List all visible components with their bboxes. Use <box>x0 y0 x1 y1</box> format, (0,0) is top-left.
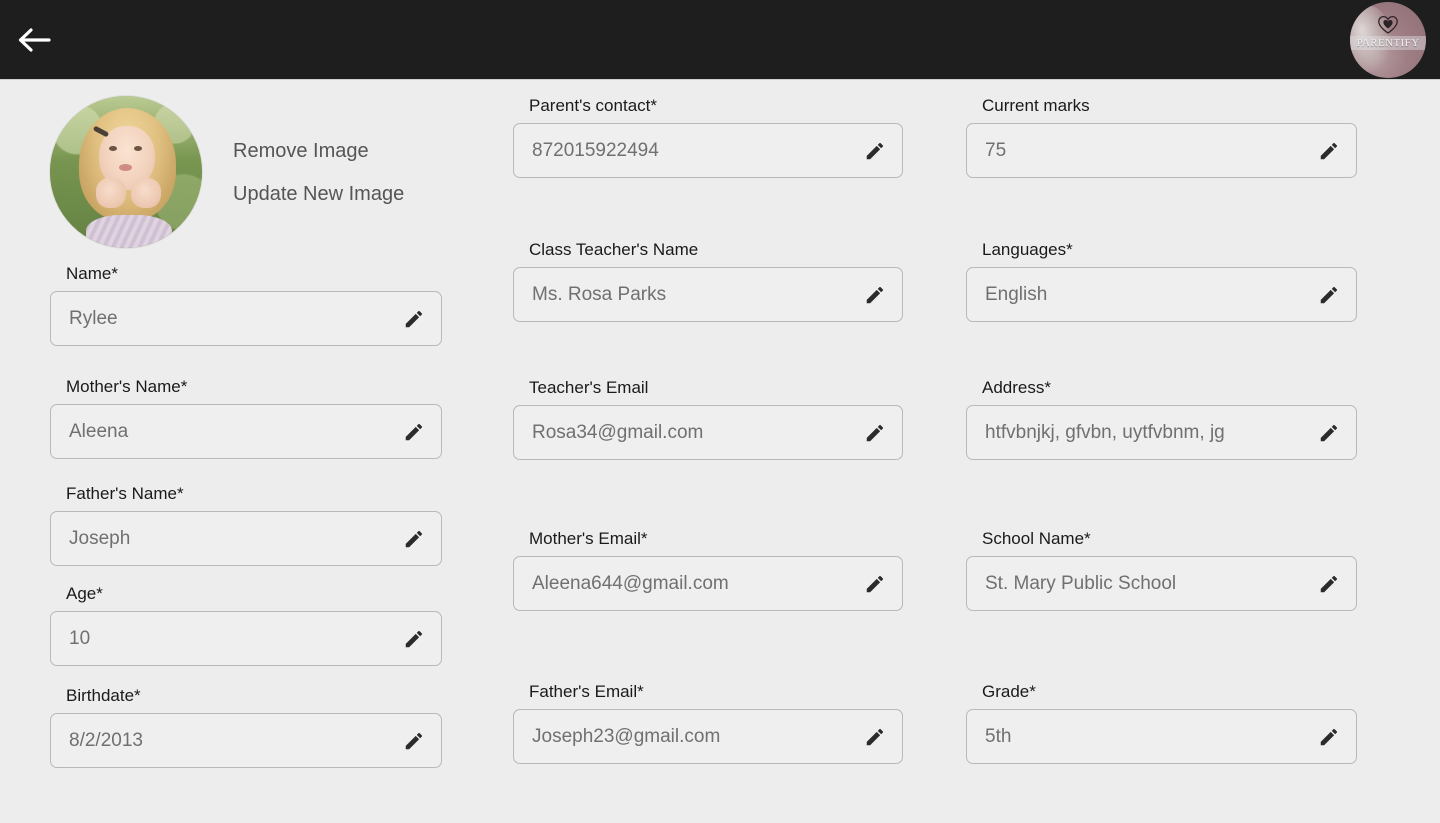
pencil-icon[interactable] <box>862 282 888 308</box>
brand-logo[interactable]: PARENTIFY <box>1350 1 1426 78</box>
back-button[interactable] <box>8 14 60 66</box>
parents-contact-input[interactable] <box>532 139 852 162</box>
avatar-actions: Remove Image Update New Image <box>233 141 404 204</box>
field-fathers-name: Father's Name* <box>50 485 442 566</box>
pencil-icon[interactable] <box>862 420 888 446</box>
avatar-photo-eye-right <box>133 146 142 152</box>
pencil-icon[interactable] <box>401 526 427 552</box>
field-age: Age* <box>50 585 442 666</box>
field-parents-contact: Parent's contact* <box>513 97 903 178</box>
field-mothers-email: Mother's Email* <box>513 530 903 611</box>
field-box-languages[interactable] <box>966 267 1357 322</box>
address-input[interactable] <box>985 421 1306 444</box>
field-school-name: School Name* <box>966 530 1357 611</box>
field-grade: Grade* <box>966 683 1357 764</box>
brand-wordmark: PARENTIFY <box>1350 35 1426 50</box>
avatar-photo-dress <box>86 214 172 248</box>
name-input[interactable] <box>69 307 391 330</box>
profile-form: Remove Image Update New Image Name* Moth… <box>0 80 1440 823</box>
pencil-icon[interactable] <box>401 306 427 332</box>
pencil-icon[interactable] <box>1316 724 1342 750</box>
field-label-address: Address* <box>982 378 1051 397</box>
field-box-address[interactable] <box>966 405 1357 460</box>
field-box-mothers-email[interactable] <box>513 556 903 611</box>
teachers-email-input[interactable] <box>532 421 852 444</box>
pencil-icon[interactable] <box>1316 571 1342 597</box>
field-box-birthdate[interactable] <box>50 713 442 768</box>
field-address: Address* <box>966 379 1357 460</box>
field-label-parents-contact: Parent's contact* <box>529 96 657 115</box>
school-name-input[interactable] <box>985 572 1306 595</box>
field-languages: Languages* <box>966 241 1357 322</box>
pencil-icon[interactable] <box>1316 138 1342 164</box>
birthdate-input[interactable] <box>69 729 391 752</box>
field-label-class-teacher-name: Class Teacher's Name <box>529 240 699 259</box>
field-box-age[interactable] <box>50 611 442 666</box>
pencil-icon[interactable] <box>862 138 888 164</box>
field-label-fathers-name: Father's Name* <box>66 484 184 503</box>
field-fathers-email: Father's Email* <box>513 683 903 764</box>
update-new-image-button[interactable]: Update New Image <box>233 184 404 204</box>
field-label-grade: Grade* <box>982 682 1036 701</box>
field-birthdate: Birthdate* <box>50 687 442 768</box>
field-label-mothers-name: Mother's Name* <box>66 377 188 396</box>
fathers-email-input[interactable] <box>532 725 852 748</box>
field-box-name[interactable] <box>50 291 442 346</box>
field-label-birthdate: Birthdate* <box>66 686 141 705</box>
pencil-icon[interactable] <box>401 419 427 445</box>
field-label-fathers-email: Father's Email* <box>529 682 644 701</box>
avatar-photo-hand-right <box>130 178 161 209</box>
field-teachers-email: Teacher's Email <box>513 379 903 460</box>
avatar-block: Remove Image Update New Image <box>50 80 442 255</box>
avatar[interactable] <box>50 96 202 248</box>
app-bar: PARENTIFY <box>0 0 1440 80</box>
grade-input[interactable] <box>985 725 1306 748</box>
field-box-grade[interactable] <box>966 709 1357 764</box>
pencil-icon[interactable] <box>1316 420 1342 446</box>
field-box-fathers-email[interactable] <box>513 709 903 764</box>
mothers-name-input[interactable] <box>69 420 391 443</box>
field-class-teacher-name: Class Teacher's Name <box>513 241 903 322</box>
field-box-class-teacher-name[interactable] <box>513 267 903 322</box>
field-box-parents-contact[interactable] <box>513 123 903 178</box>
field-box-mothers-name[interactable] <box>50 404 442 459</box>
field-label-current-marks: Current marks <box>982 96 1090 115</box>
pencil-icon[interactable] <box>862 724 888 750</box>
fathers-name-input[interactable] <box>69 527 391 550</box>
field-label-teachers-email: Teacher's Email <box>529 378 649 397</box>
brand-logo-art: PARENTIFY <box>1350 1 1426 78</box>
arrow-left-icon <box>16 25 52 55</box>
field-box-current-marks[interactable] <box>966 123 1357 178</box>
left-column: Remove Image Update New Image Name* Moth… <box>50 80 442 768</box>
languages-input[interactable] <box>985 283 1306 306</box>
field-label-mothers-email: Mother's Email* <box>529 529 648 548</box>
field-label-languages: Languages* <box>982 240 1073 259</box>
field-current-marks: Current marks <box>966 97 1357 178</box>
field-box-teachers-email[interactable] <box>513 405 903 460</box>
pencil-icon[interactable] <box>862 571 888 597</box>
field-label-school-name: School Name* <box>982 529 1091 548</box>
mothers-email-input[interactable] <box>532 572 852 595</box>
avatar-photo-hand-left <box>95 178 126 209</box>
class-teacher-name-input[interactable] <box>532 283 852 306</box>
remove-image-button[interactable]: Remove Image <box>233 141 404 161</box>
field-label-name: Name* <box>66 264 118 283</box>
current-marks-input[interactable] <box>985 139 1306 162</box>
pencil-icon[interactable] <box>1316 282 1342 308</box>
field-name: Name* <box>50 265 442 346</box>
field-mothers-name: Mother's Name* <box>50 378 442 459</box>
pencil-icon[interactable] <box>401 626 427 652</box>
pencil-icon[interactable] <box>401 728 427 754</box>
field-box-fathers-name[interactable] <box>50 511 442 566</box>
field-box-school-name[interactable] <box>966 556 1357 611</box>
field-label-age: Age* <box>66 584 103 603</box>
age-input[interactable] <box>69 627 391 650</box>
